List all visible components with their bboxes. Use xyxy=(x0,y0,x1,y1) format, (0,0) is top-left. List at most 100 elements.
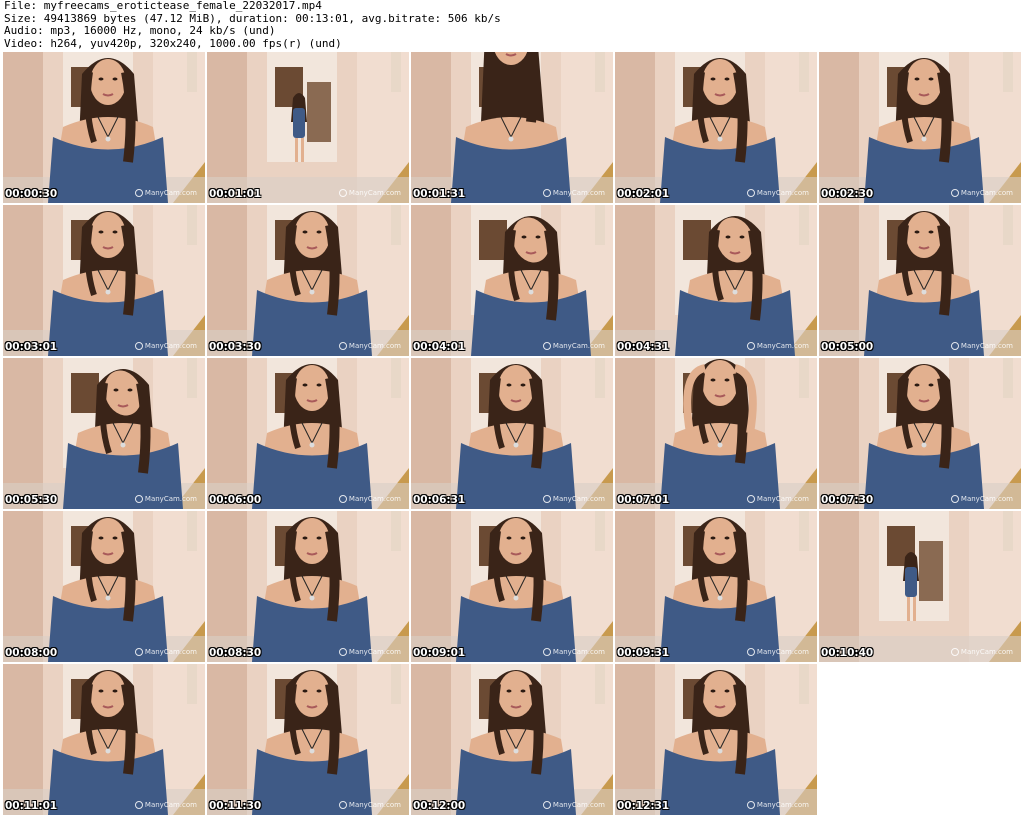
watermark-text: ManyCam.com xyxy=(756,495,809,503)
watermark: ManyCam.com xyxy=(542,801,605,809)
video-thumbnail: ManyCam.com 00:09:31 xyxy=(615,511,817,662)
watermark: ManyCam.com xyxy=(746,189,809,197)
video-thumbnail: ManyCam.com 00:05:30 xyxy=(3,358,205,509)
watermark: ManyCam.com xyxy=(746,342,809,350)
thumbnail-timestamp: 00:09:01 xyxy=(413,647,466,659)
manycam-logo-icon xyxy=(542,342,551,350)
video-thumbnail: ManyCam.com 00:07:30 xyxy=(819,358,1021,509)
thumbnail-frame-image xyxy=(207,205,409,356)
thumbnail-timestamp: 00:12:00 xyxy=(413,800,466,812)
watermark: ManyCam.com xyxy=(338,342,401,350)
thumbnail-frame-image xyxy=(615,511,817,662)
video-thumbnail: ManyCam.com 00:01:01 xyxy=(207,52,409,203)
video-thumbnail: ManyCam.com 00:05:00 xyxy=(819,205,1021,356)
thumbnail-timestamp: 00:05:30 xyxy=(5,494,58,506)
watermark: ManyCam.com xyxy=(746,495,809,503)
manycam-logo-icon xyxy=(338,648,347,656)
watermark: ManyCam.com xyxy=(746,648,809,656)
watermark: ManyCam.com xyxy=(338,495,401,503)
watermark-text: ManyCam.com xyxy=(756,648,809,656)
video-thumbnail: ManyCam.com 00:00:30 xyxy=(3,52,205,203)
manycam-logo-icon xyxy=(134,342,143,350)
watermark: ManyCam.com xyxy=(542,648,605,656)
thumbnail-timestamp: 00:03:01 xyxy=(5,341,58,353)
thumbnail-frame-image xyxy=(819,511,1021,662)
watermark-text: ManyCam.com xyxy=(144,801,197,809)
video-thumbnail: ManyCam.com 00:02:30 xyxy=(819,52,1021,203)
thumbnail-frame-image xyxy=(819,358,1021,509)
manycam-logo-icon xyxy=(746,495,755,503)
video-thumbnail: ManyCam.com 00:03:30 xyxy=(207,205,409,356)
manycam-logo-icon xyxy=(338,342,347,350)
thumbnail-timestamp: 00:11:01 xyxy=(5,800,58,812)
watermark-text: ManyCam.com xyxy=(144,189,197,197)
thumbnail-timestamp: 00:08:00 xyxy=(5,647,58,659)
thumbnail-timestamp: 00:11:30 xyxy=(209,800,262,812)
thumbnail-frame-image xyxy=(411,52,613,203)
thumbnail-frame-image xyxy=(819,205,1021,356)
thumbnail-frame-image xyxy=(207,358,409,509)
watermark-text: ManyCam.com xyxy=(348,648,401,656)
manycam-logo-icon xyxy=(746,648,755,656)
video-thumbnail: ManyCam.com 00:12:31 xyxy=(615,664,817,815)
watermark: ManyCam.com xyxy=(950,342,1013,350)
manycam-logo-icon xyxy=(950,648,959,656)
manycam-logo-icon xyxy=(134,801,143,809)
thumbnail-timestamp: 00:04:31 xyxy=(617,341,670,353)
watermark: ManyCam.com xyxy=(542,495,605,503)
video-thumbnail: ManyCam.com 00:11:30 xyxy=(207,664,409,815)
manycam-logo-icon xyxy=(950,189,959,197)
thumbnail-grid: ManyCam.com 00:00:30 ManyCam.com 00:01:01 Ma… xyxy=(2,51,1022,816)
watermark-text: ManyCam.com xyxy=(348,189,401,197)
manycam-logo-icon xyxy=(134,189,143,197)
watermark-text: ManyCam.com xyxy=(144,648,197,656)
video-thumbnail: ManyCam.com 00:10:40 xyxy=(819,511,1021,662)
thumbnail-timestamp: 00:06:31 xyxy=(413,494,466,506)
file-name-line: File: myfreecams_erotictease_female_2203… xyxy=(4,0,322,12)
manycam-logo-icon xyxy=(950,495,959,503)
watermark-text: ManyCam.com xyxy=(552,801,605,809)
watermark: ManyCam.com xyxy=(542,189,605,197)
video-thumbnail: ManyCam.com 00:06:31 xyxy=(411,358,613,509)
file-info-header: File: myfreecams_erotictease_female_2203… xyxy=(4,0,1020,50)
watermark-text: ManyCam.com xyxy=(756,189,809,197)
manycam-logo-icon xyxy=(746,801,755,809)
watermark: ManyCam.com xyxy=(338,648,401,656)
thumbnail-timestamp: 00:10:40 xyxy=(821,647,874,659)
watermark-text: ManyCam.com xyxy=(552,648,605,656)
thumbnail-frame-image xyxy=(3,358,205,509)
thumbnail-frame-image xyxy=(819,52,1021,203)
thumbnail-frame-image xyxy=(615,52,817,203)
thumbnail-frame-image xyxy=(3,511,205,662)
watermark: ManyCam.com xyxy=(950,495,1013,503)
thumbnail-timestamp: 00:06:00 xyxy=(209,494,262,506)
thumbnail-timestamp: 00:09:31 xyxy=(617,647,670,659)
thumbnail-frame-image xyxy=(207,511,409,662)
thumbnail-frame-image xyxy=(615,205,817,356)
manycam-logo-icon xyxy=(542,801,551,809)
thumbnail-timestamp: 00:04:01 xyxy=(413,341,466,353)
thumbnail-frame-image xyxy=(411,511,613,662)
manycam-logo-icon xyxy=(746,342,755,350)
video-thumbnail: ManyCam.com 00:04:01 xyxy=(411,205,613,356)
manycam-logo-icon xyxy=(338,495,347,503)
thumbnail-frame-image xyxy=(411,205,613,356)
thumbnail-timestamp: 00:12:31 xyxy=(617,800,670,812)
manycam-logo-icon xyxy=(542,495,551,503)
thumbnail-timestamp: 00:02:30 xyxy=(821,188,874,200)
manycam-logo-icon xyxy=(542,648,551,656)
video-thumbnail: ManyCam.com 00:09:01 xyxy=(411,511,613,662)
thumbnail-timestamp: 00:01:31 xyxy=(413,188,466,200)
manycam-logo-icon xyxy=(134,648,143,656)
watermark: ManyCam.com xyxy=(134,801,197,809)
thumbnail-frame-image xyxy=(615,664,817,815)
watermark: ManyCam.com xyxy=(338,801,401,809)
thumbnail-timestamp: 00:07:01 xyxy=(617,494,670,506)
video-thumbnail: ManyCam.com 00:01:31 xyxy=(411,52,613,203)
watermark: ManyCam.com xyxy=(134,648,197,656)
watermark: ManyCam.com xyxy=(338,189,401,197)
manycam-logo-icon xyxy=(746,189,755,197)
watermark-text: ManyCam.com xyxy=(348,495,401,503)
watermark-text: ManyCam.com xyxy=(960,342,1013,350)
watermark-text: ManyCam.com xyxy=(144,342,197,350)
